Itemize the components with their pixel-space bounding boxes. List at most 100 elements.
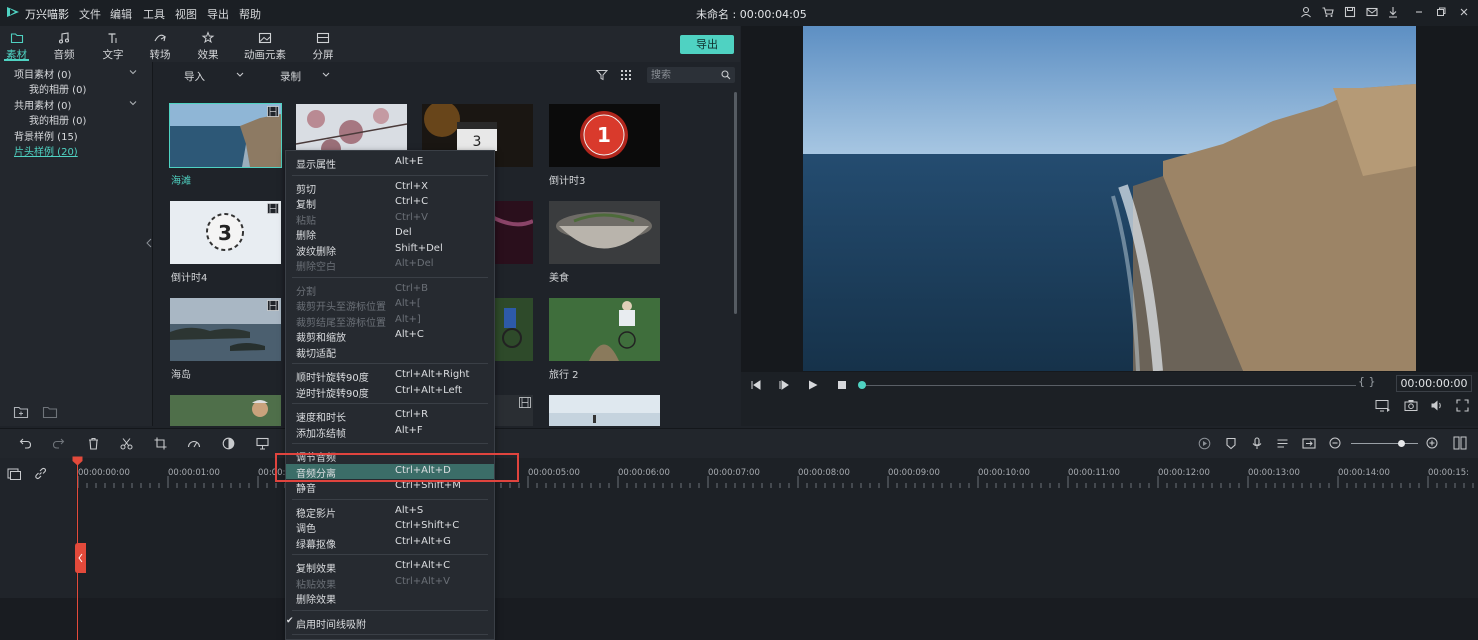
crop-icon[interactable] — [154, 437, 167, 450]
snapshot-camera-icon[interactable] — [1404, 399, 1418, 412]
chevron-down-icon[interactable] — [129, 68, 137, 76]
playback-progress-handle[interactable] — [858, 381, 866, 389]
zoom-slider-handle[interactable] — [1398, 440, 1405, 447]
microphone-icon[interactable] — [1251, 437, 1263, 450]
folder-outline-icon[interactable] — [42, 405, 58, 419]
stop-icon[interactable] — [836, 379, 848, 391]
menu-item[interactable]: 波纹删除 Shift+Del — [286, 242, 494, 258]
timeline-audio-track[interactable] — [0, 598, 1478, 640]
tab-text[interactable]: 文字 — [94, 26, 132, 62]
menu-item[interactable]: 稳定影片 Alt+S — [286, 504, 494, 520]
media-thumb-food[interactable] — [549, 201, 660, 264]
search-input[interactable] — [651, 68, 717, 82]
play-pause-icon[interactable] — [778, 379, 790, 391]
filter-icon[interactable] — [596, 69, 608, 81]
fullscreen-icon[interactable] — [1456, 399, 1469, 412]
new-folder-icon[interactable] — [13, 405, 29, 419]
collapse-panel-icon[interactable] — [146, 238, 152, 248]
user-icon[interactable] — [1299, 5, 1313, 19]
media-thumb-countdown-4[interactable]: 3 — [170, 201, 281, 264]
menu-item[interactable]: 复制效果 Ctrl+Alt+C — [286, 559, 494, 575]
media-thumb-countdown-3[interactable]: 1 — [549, 104, 660, 167]
media-thumb-travel-2[interactable] — [549, 298, 660, 361]
mail-icon[interactable] — [1365, 5, 1379, 19]
tab-media[interactable]: 素材 — [0, 26, 33, 62]
panel-layout-icon[interactable] — [1453, 436, 1467, 450]
tree-item-intro-samples[interactable]: 片头样例 (20) — [14, 143, 78, 158]
media-scrollbar[interactable] — [734, 92, 737, 314]
close-icon[interactable] — [1457, 5, 1471, 19]
export-button[interactable]: 导出 — [680, 35, 734, 54]
menu-item[interactable]: 删除效果 — [286, 590, 494, 606]
menu-view[interactable]: 视图 — [175, 6, 197, 22]
split-clip-icon[interactable] — [1302, 437, 1316, 450]
previous-frame-icon[interactable] — [750, 379, 762, 391]
chevron-down-icon[interactable] — [129, 99, 137, 107]
tab-effects[interactable]: 效果 — [189, 26, 227, 62]
menu-item[interactable]: 剪切 Ctrl+X — [286, 180, 494, 196]
menu-item[interactable]: 显示属性 Alt+E — [286, 155, 494, 171]
menu-item[interactable]: 复制 Ctrl+C — [286, 195, 494, 211]
menu-item[interactable]: 绿幕抠像 Ctrl+Alt+G — [286, 535, 494, 551]
tab-split-screen[interactable]: 分屏 — [303, 26, 343, 62]
speed-icon[interactable] — [187, 437, 201, 450]
menu-item[interactable]: 裁切适配 — [286, 344, 494, 360]
menu-edit[interactable]: 编辑 — [110, 6, 132, 22]
media-thumb-snow[interactable] — [549, 395, 660, 426]
marker-shield-icon[interactable] — [1225, 437, 1237, 450]
menu-item[interactable]: 删除 Del — [286, 226, 494, 242]
menu-item[interactable]: ✔ 启用时间线吸附 — [286, 615, 494, 631]
color-icon[interactable] — [222, 437, 235, 450]
menu-item[interactable]: 添加冻结帧 Alt+F — [286, 424, 494, 440]
zoom-out-icon[interactable] — [1329, 437, 1341, 449]
chevron-down-icon[interactable] — [236, 72, 244, 78]
menu-export[interactable]: 导出 — [207, 6, 229, 22]
minimize-icon[interactable] — [1412, 5, 1426, 19]
playhead-handle[interactable] — [72, 456, 83, 466]
menu-item[interactable]: 调色 Ctrl+Shift+C — [286, 519, 494, 535]
menu-file[interactable]: 文件 — [79, 6, 101, 22]
add-track-icon[interactable] — [7, 467, 21, 480]
tree-item-project-media[interactable]: 项目素材 (0) — [14, 66, 71, 81]
tree-item-background-samples[interactable]: 背景样例 (15) — [14, 128, 78, 143]
media-thumb-island[interactable] — [170, 298, 281, 361]
cut-scissors-icon[interactable] — [120, 437, 133, 450]
screen-record-icon[interactable] — [256, 437, 269, 450]
tab-audio[interactable]: 音频 — [45, 26, 83, 62]
link-icon[interactable] — [34, 467, 47, 480]
track-collapse-handle[interactable] — [75, 543, 86, 573]
tab-elements[interactable]: 动画元素 — [240, 26, 290, 62]
zoom-slider-track[interactable] — [1351, 443, 1418, 444]
grid-view-icon[interactable] — [620, 69, 632, 81]
mark-in-out-icon[interactable]: { } — [1358, 375, 1376, 388]
zoom-in-icon[interactable] — [1426, 437, 1438, 449]
tree-item-shared-media[interactable]: 共用素材 (0) — [14, 97, 71, 112]
tab-transition[interactable]: 转场 — [141, 26, 179, 62]
menu-help[interactable]: 帮助 — [239, 6, 261, 22]
menu-tools[interactable]: 工具 — [143, 6, 165, 22]
delete-trash-icon[interactable] — [87, 437, 100, 450]
menu-item[interactable]: 裁剪和缩放 Alt+C — [286, 328, 494, 344]
chevron-down-icon[interactable] — [322, 72, 330, 78]
tree-item-my-album[interactable]: 我的相册 (0) — [29, 81, 86, 96]
tree-item-my-album-shared[interactable]: 我的相册 (0) — [29, 112, 86, 127]
search-icon[interactable] — [721, 70, 731, 80]
redo-icon[interactable] — [52, 437, 65, 450]
play-icon[interactable] — [807, 379, 819, 391]
media-thumb-beach[interactable] — [169, 103, 282, 168]
volume-icon[interactable] — [1430, 399, 1444, 412]
menu-item[interactable]: 速度和时长 Ctrl+R — [286, 408, 494, 424]
restore-icon[interactable] — [1434, 5, 1448, 19]
menu-item[interactable]: 顺时针旋转90度 Ctrl+Alt+Right — [286, 368, 494, 384]
import-dropdown[interactable]: 导入 — [184, 69, 205, 84]
media-thumb-hiker[interactable] — [170, 395, 281, 426]
save-icon[interactable] — [1343, 5, 1357, 19]
undo-icon[interactable] — [19, 437, 32, 450]
menu-item[interactable]: 逆时针旋转90度 Ctrl+Alt+Left — [286, 384, 494, 400]
display-settings-icon[interactable] — [1375, 399, 1391, 412]
render-preview-icon[interactable] — [1198, 437, 1211, 450]
playback-progress-track[interactable] — [862, 385, 1356, 386]
record-dropdown[interactable]: 录制 — [280, 69, 301, 84]
voiceover-list-icon[interactable] — [1276, 437, 1289, 450]
download-icon[interactable] — [1386, 5, 1400, 19]
